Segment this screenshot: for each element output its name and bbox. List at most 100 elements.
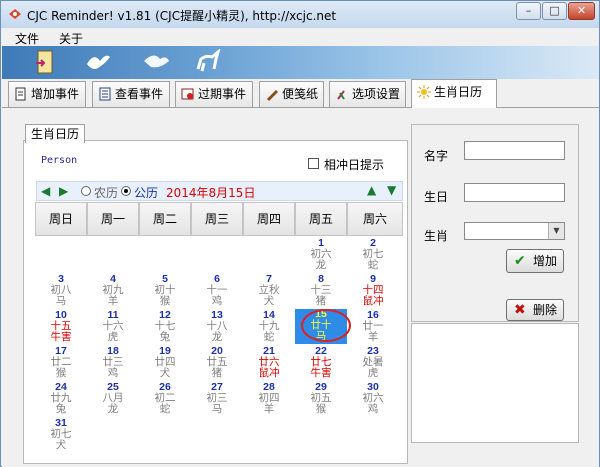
close-button[interactable]: ✕ <box>568 2 595 20</box>
zodiac-animal: 猴 <box>55 367 67 379</box>
calendar-day-cell[interactable]: 27 初三马 <box>191 382 243 415</box>
calendar-day-cell[interactable]: 1 初六龙 <box>295 238 347 271</box>
calendar-day-cell[interactable]: 14 十九蛇 <box>243 310 295 343</box>
zodiac-animal: 牛害 <box>50 331 72 343</box>
calendar-grid: 1 初六龙 2 初七蛇 3 初八马 4 初九羊 5 初十猴 6 十一鸡 7 立秋犬 8 十三猪 9 十四 鼠冲 10 十… <box>35 238 403 451</box>
tab-zodiac-calendar[interactable]: 生肖日历 <box>411 79 497 108</box>
weekday-thu: 周四 <box>243 202 295 236</box>
prev-year-icon[interactable]: ▲ <box>367 183 376 197</box>
tab-add-event[interactable]: 增加事件 <box>8 81 86 107</box>
calendar-day-cell[interactable]: 4 初九羊 <box>87 274 139 307</box>
zodiac-animal: 蛇 <box>367 259 379 271</box>
toolbar-banner <box>2 46 599 79</box>
zodiac-animal: 犬 <box>263 295 275 307</box>
next-month-icon[interactable]: ▶ <box>59 184 68 198</box>
zodiac-animal: 兔 <box>55 403 67 415</box>
person-list-box[interactable] <box>411 323 579 443</box>
stamp-icon <box>181 88 194 100</box>
pen-icon <box>267 90 278 101</box>
zodiac-animal: 鼠冲 <box>258 367 280 379</box>
menu-about[interactable]: 关于 <box>59 30 83 47</box>
zodiac-animal: 蛇 <box>159 403 171 415</box>
weekday-sat: 周六 <box>347 202 403 236</box>
zodiac-animal: 兔 <box>159 331 171 343</box>
lunar-label: 农历 <box>94 186 119 200</box>
calendar-day-cell[interactable]: 30 初六鸡 <box>347 382 399 415</box>
calendar-day-cell[interactable]: 28 初四羊 <box>243 382 295 415</box>
dove-icon <box>87 55 110 69</box>
clash-day-checkbox[interactable] <box>308 158 319 169</box>
calendar-day-cell[interactable]: 18 廿三鸡 <box>87 346 139 379</box>
solar-radio[interactable] <box>121 186 131 196</box>
zodiac-select[interactable]: ▼ <box>464 222 565 240</box>
lunar-radio[interactable] <box>81 186 91 196</box>
calendar-day-cell[interactable]: 26 初二蛇 <box>139 382 191 415</box>
calendar-day-cell[interactable]: 23 处暑虎 <box>347 346 399 379</box>
calendar-day-cell[interactable]: 8 十三猪 <box>295 274 347 307</box>
menu-file[interactable]: 文件 <box>15 30 39 47</box>
add-button[interactable]: ✔ 增加 <box>506 249 564 273</box>
zodiac-animal: 龙 <box>107 403 119 415</box>
calendar-day-cell[interactable]: 12 十七兔 <box>139 310 191 343</box>
weekday-wed: 周三 <box>191 202 243 236</box>
add-page-icon <box>15 87 26 101</box>
delete-button[interactable]: ✖ 删除 <box>506 299 564 321</box>
zodiac-animal: 猴 <box>159 295 171 307</box>
zodiac-animal: 蛇 <box>263 331 275 343</box>
today-highlight-ring <box>301 309 351 342</box>
calendar-day-cell[interactable]: 6 十一鸡 <box>191 274 243 307</box>
weekday-sun: 周日 <box>35 202 87 236</box>
next-year-icon[interactable]: ▼ <box>387 183 396 197</box>
calendar-day-cell[interactable]: 22 廿七 牛害 <box>295 346 347 379</box>
name-input[interactable] <box>464 141 565 160</box>
sun-icon <box>417 85 431 99</box>
calendar-day-cell[interactable]: 2 初七蛇 <box>347 238 399 271</box>
calendar-day-cell[interactable]: 10 十五 牛害 <box>35 310 87 343</box>
zodiac-animal: 鸡 <box>211 295 223 307</box>
calendar-day-cell[interactable]: 16 廿一羊 <box>347 310 399 343</box>
minimize-button[interactable]: – <box>516 2 541 20</box>
zodiac-animal: 鸡 <box>107 367 119 379</box>
subtab-zodiac-calendar[interactable]: 生肖日历 <box>25 124 85 143</box>
calendar-day-cell[interactable]: 17 廿二猴 <box>35 346 87 379</box>
calendar-day-cell[interactable]: 20 廿五猪 <box>191 346 243 379</box>
calendar-day-cell[interactable]: 25 八月龙 <box>87 382 139 415</box>
calendar-day-cell[interactable]: 31 初七犬 <box>35 418 87 451</box>
zodiac-animal: 鸡 <box>367 403 379 415</box>
check-icon: ✔ <box>514 253 526 269</box>
clash-day-label: 相冲日提示 <box>324 158 385 172</box>
tab-view-events[interactable]: 查看事件 <box>92 81 170 107</box>
zodiac-animal: 羊 <box>367 331 379 343</box>
tab-expired-events[interactable]: 过期事件 <box>175 81 253 107</box>
calendar-day-cell[interactable]: 29 初五猴 <box>295 382 347 415</box>
zodiac-animal: 虎 <box>107 331 119 343</box>
tab-options[interactable]: 选项设置 <box>329 81 406 107</box>
zodiac-animal: 猴 <box>315 403 327 415</box>
person-label: Person <box>41 155 78 166</box>
calendar-day-cell[interactable]: 9 十四 鼠冲 <box>347 274 399 307</box>
tab-notepad[interactable]: 便笺纸 <box>259 81 324 107</box>
calendar-day-cell[interactable]: 3 初八马 <box>35 274 87 307</box>
list-icon <box>99 87 111 101</box>
menu-bar: 文件 关于 <box>1 28 599 46</box>
calendar-day-cell[interactable]: 11 十六虎 <box>87 310 139 343</box>
zodiac-label: 生肖 <box>424 229 449 243</box>
exit-door-icon[interactable] <box>32 49 60 75</box>
birthday-input[interactable] <box>464 183 565 202</box>
zodiac-animal: 鼠冲 <box>362 295 384 307</box>
calendar-day-cell[interactable]: 5 初十猴 <box>139 274 191 307</box>
calendar-day-cell[interactable]: 13 十八龙 <box>191 310 243 343</box>
calendar-day-cell[interactable]: 24 廿九兔 <box>35 382 87 415</box>
zodiac-animal: 虎 <box>367 367 379 379</box>
prev-month-icon[interactable]: ◀ <box>41 184 50 198</box>
calendar-day-cell[interactable]: 21 廿六 鼠冲 <box>243 346 295 379</box>
zodiac-animal: 犬 <box>159 367 171 379</box>
weekday-header: 周日 周一 周二 周三 周四 周五 周六 <box>35 202 403 236</box>
zodiac-animal: 龙 <box>315 259 327 271</box>
name-label: 名字 <box>424 149 449 163</box>
calendar-day-cell[interactable]: 7 立秋犬 <box>243 274 295 307</box>
calendar-day-cell[interactable]: 19 廿四犬 <box>139 346 191 379</box>
maximize-button[interactable]: □ <box>542 2 567 20</box>
chevron-down-icon[interactable]: ▼ <box>548 223 564 239</box>
main-tabs: 增加事件 查看事件 过期事件 便笺纸 选项设置 生肖日历 <box>2 79 599 108</box>
